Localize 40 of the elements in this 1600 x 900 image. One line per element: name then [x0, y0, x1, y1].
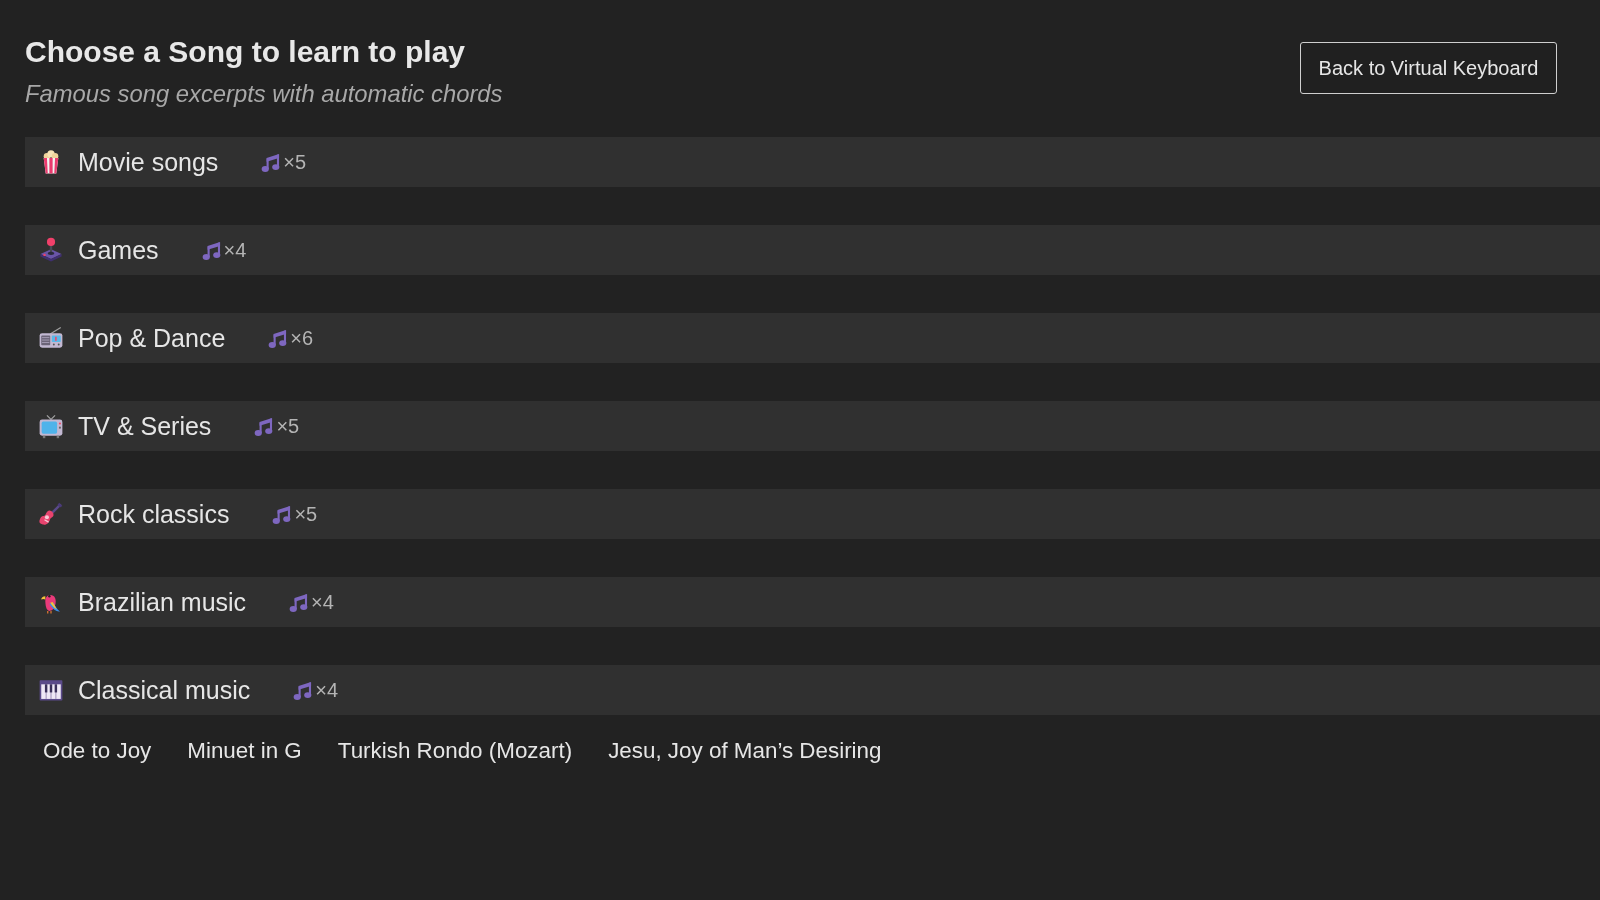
- page-title: Choose a Song to learn to play: [25, 35, 466, 69]
- category-header[interactable]: Classical music ×4: [25, 665, 1600, 715]
- category-name: Pop & Dance: [78, 323, 226, 353]
- joystick-icon: [38, 237, 64, 263]
- category-header[interactable]: Rock classics ×5: [25, 489, 1600, 539]
- music-note-icon: [253, 415, 275, 437]
- song-count: ×5: [294, 502, 318, 526]
- radio-icon: [38, 325, 64, 351]
- song-count: ×5: [276, 414, 300, 438]
- song-link[interactable]: Ode to Joy: [25, 730, 170, 772]
- category-header[interactable]: Pop & Dance ×6: [25, 313, 1600, 363]
- song-link[interactable]: Jesu, Joy of Man’s Desiring: [590, 730, 900, 772]
- music-note-icon: [267, 327, 289, 349]
- music-note-icon: [292, 679, 314, 701]
- tv-icon: [38, 413, 64, 439]
- music-note-icon: [271, 503, 293, 525]
- category-name: Rock classics: [78, 499, 230, 529]
- category-header[interactable]: Brazilian music ×4: [25, 577, 1600, 627]
- category-header[interactable]: Games ×4: [25, 225, 1600, 275]
- category-header[interactable]: Movie songs ×5: [25, 137, 1600, 187]
- category-name: Brazilian music: [78, 587, 247, 617]
- music-note-icon: [200, 239, 222, 261]
- category-header[interactable]: TV & Series ×5: [25, 401, 1600, 451]
- category-name: TV & Series: [78, 411, 212, 441]
- song-count: ×4: [223, 238, 247, 262]
- song-link[interactable]: Minuet in G: [169, 730, 320, 772]
- song-count: ×4: [311, 590, 334, 614]
- song-count: ×6: [290, 326, 314, 350]
- guitar-icon: [38, 501, 64, 527]
- page-subtitle: Famous song excerpts with automatic chords: [25, 80, 503, 107]
- back-button[interactable]: Back to Virtual Keyboard: [1300, 42, 1557, 94]
- music-note-icon: [260, 151, 282, 173]
- category-name: Classical music: [78, 675, 251, 705]
- piano-keys-icon: [38, 677, 64, 703]
- category-name: Movie songs: [78, 147, 219, 177]
- category-name: Games: [78, 235, 159, 265]
- song-count: ×4: [315, 678, 339, 702]
- song-link[interactable]: Turkish Rondo (Mozart): [319, 730, 591, 772]
- music-note-icon: [288, 591, 310, 613]
- song-count: ×5: [283, 150, 307, 174]
